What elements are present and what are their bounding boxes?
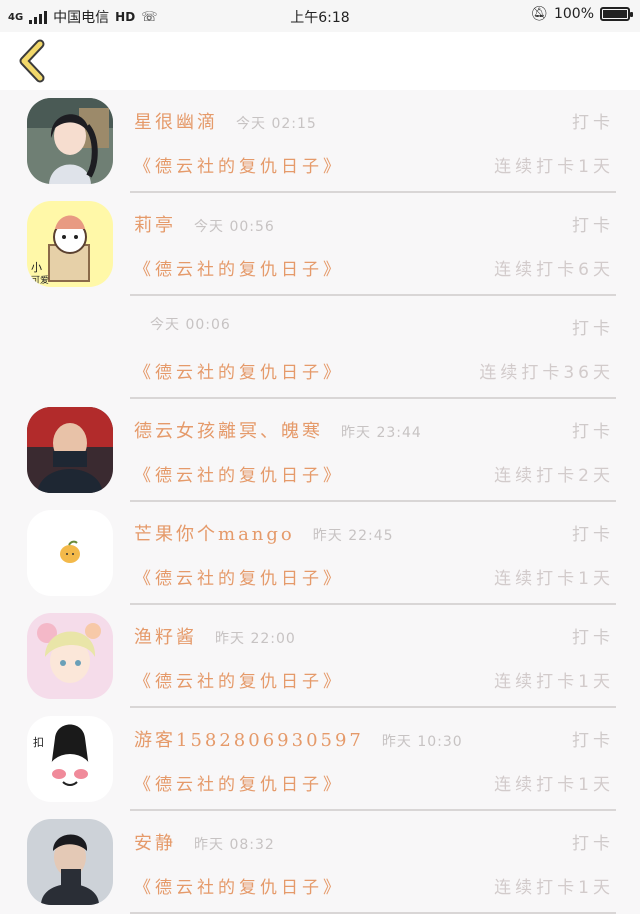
user-name[interactable]: 德云女孩離冥、魄寒 xyxy=(134,421,323,442)
streak-count: 连续打卡36天 xyxy=(479,363,614,383)
checkin-label: 打卡 xyxy=(572,319,614,339)
book-title[interactable]: 《德云社的复仇日子》 xyxy=(134,157,344,177)
checkin-time: 今天 00:56 xyxy=(194,219,275,235)
avatar[interactable] xyxy=(27,510,113,596)
checkin-item[interactable]: 今天 00:06 打卡《德云社的复仇日子》 连续打卡36天 xyxy=(0,296,640,399)
book-title[interactable]: 《德云社的复仇日子》 xyxy=(134,466,344,486)
entry-detail: 《德云社的复仇日子》 连续打卡1天 xyxy=(134,667,614,693)
avatar[interactable] xyxy=(27,407,113,493)
entry-header: 德云女孩離冥、魄寒 昨天 23:44 打卡 xyxy=(134,417,614,443)
checkin-label: 打卡 xyxy=(572,834,614,854)
entry-header: 芒果你个mango 昨天 22:45 打卡 xyxy=(134,520,614,546)
entry-header: 安静 昨天 08:32 打卡 xyxy=(134,829,614,855)
avatar[interactable]: 小可爱 xyxy=(27,201,113,287)
user-name[interactable]: 渔籽酱 xyxy=(134,627,197,648)
book-title[interactable]: 《德云社的复仇日子》 xyxy=(134,260,344,280)
entry-header: 莉亭 今天 00:56 打卡 xyxy=(134,211,614,237)
entry-detail: 《德云社的复仇日子》 连续打卡1天 xyxy=(134,770,614,796)
back-button[interactable] xyxy=(14,38,54,84)
book-title[interactable]: 《德云社的复仇日子》 xyxy=(134,569,344,589)
checkin-item[interactable]: 星很幽滴 今天 02:15 打卡《德云社的复仇日子》 连续打卡1天 xyxy=(0,90,640,193)
book-title[interactable]: 《德云社的复仇日子》 xyxy=(134,878,344,898)
checkin-label: 打卡 xyxy=(572,628,614,648)
streak-count: 连续打卡6天 xyxy=(494,260,614,280)
checkin-item[interactable]: 安静 昨天 08:32 打卡《德云社的复仇日子》 连续打卡1天 xyxy=(0,811,640,914)
mute-bell-icon: 🔕︎ xyxy=(530,6,548,22)
checkin-label: 打卡 xyxy=(572,216,614,236)
avatar[interactable] xyxy=(27,613,113,699)
streak-count: 连续打卡1天 xyxy=(494,569,614,589)
checkin-label: 打卡 xyxy=(572,422,614,442)
checkin-label: 打卡 xyxy=(572,731,614,751)
entry-detail: 《德云社的复仇日子》 连续打卡6天 xyxy=(134,255,614,281)
streak-count: 连续打卡2天 xyxy=(494,466,614,486)
user-name[interactable]: 游客1582806930597 xyxy=(134,730,364,751)
entry-detail: 《德云社的复仇日子》 连续打卡1天 xyxy=(134,152,614,178)
book-title[interactable]: 《德云社的复仇日子》 xyxy=(134,672,344,692)
entry-detail: 《德云社的复仇日子》 连续打卡36天 xyxy=(134,358,614,384)
header xyxy=(0,32,640,90)
entry-detail: 《德云社的复仇日子》 连续打卡1天 xyxy=(134,564,614,590)
battery-label: 100% xyxy=(553,6,594,22)
svg-text:可爱: 可爱 xyxy=(31,275,49,286)
user-name[interactable]: 星很幽滴 xyxy=(134,112,218,133)
entry-header: 星很幽滴 今天 02:15 打卡 xyxy=(134,108,614,134)
streak-count: 连续打卡1天 xyxy=(494,672,614,692)
checkin-label: 打卡 xyxy=(572,525,614,545)
checkin-time: 昨天 23:44 xyxy=(341,425,422,441)
avatar[interactable] xyxy=(27,98,113,184)
user-name[interactable]: 芒果你个mango xyxy=(134,524,295,545)
checkin-item[interactable]: 渔籽酱 昨天 22:00 打卡《德云社的复仇日子》 连续打卡1天 xyxy=(0,605,640,708)
svg-text:小: 小 xyxy=(31,261,42,274)
checkin-item[interactable]: 小可爱 莉亭 今天 00:56 打卡 《德云社的复仇日子》 连续打卡6天 xyxy=(0,193,640,296)
checkin-label: 打卡 xyxy=(572,113,614,133)
entry-header: 今天 00:06 打卡 xyxy=(134,314,614,340)
entry-detail: 《德云社的复仇日子》 连续打卡2天 xyxy=(134,461,614,487)
chevron-left-icon xyxy=(19,39,45,83)
checkin-item[interactable]: 芒果你个mango 昨天 22:45 打卡《德云社的复仇日子》 连续打卡1天 xyxy=(0,502,640,605)
streak-count: 连续打卡1天 xyxy=(494,157,614,177)
clock: 上午6:18 xyxy=(290,10,350,26)
avatar[interactable]: 扣 xyxy=(27,716,113,802)
entry-header: 游客1582806930597 昨天 10:30 打卡 xyxy=(134,726,614,752)
checkin-time: 今天 02:15 xyxy=(236,116,317,132)
avatar[interactable] xyxy=(27,819,113,905)
streak-count: 连续打卡1天 xyxy=(494,775,614,795)
checkin-time: 昨天 10:30 xyxy=(381,734,463,750)
checkin-list: 星很幽滴 今天 02:15 打卡 《德云社的复仇日子》 连续打卡1天小可爱 莉亭 今天 00… xyxy=(0,90,640,914)
streak-count: 连续打卡1天 xyxy=(494,878,614,898)
checkin-time: 今天 00:06 xyxy=(150,317,231,333)
user-name[interactable]: 莉亭 xyxy=(134,215,176,236)
user-name[interactable]: 安静 xyxy=(134,833,176,854)
checkin-time: 昨天 22:45 xyxy=(312,528,394,544)
checkin-item[interactable]: 扣 游客1582806930597 昨天 10:30 打卡《德云社的复仇日子》 连续打卡… xyxy=(0,708,640,811)
checkin-time: 昨天 08:32 xyxy=(194,837,275,853)
svg-text:扣: 扣 xyxy=(33,735,44,749)
checkin-item[interactable]: 德云女孩離冥、魄寒 昨天 23:44 打卡《德云社的复仇日子》 连续打卡2天 xyxy=(0,399,640,502)
entry-header: 渔籽酱 昨天 22:00 打卡 xyxy=(134,623,614,649)
battery-icon xyxy=(600,7,633,21)
book-title[interactable]: 《德云社的复仇日子》 xyxy=(134,363,344,383)
entry-detail: 《德云社的复仇日子》 连续打卡1天 xyxy=(134,873,614,899)
checkin-time: 昨天 22:00 xyxy=(215,631,296,647)
book-title[interactable]: 《德云社的复仇日子》 xyxy=(134,775,344,795)
status-bar: 4G 中国电信 HD ☏ 上午6:18 🔕︎ 100% xyxy=(0,0,640,32)
